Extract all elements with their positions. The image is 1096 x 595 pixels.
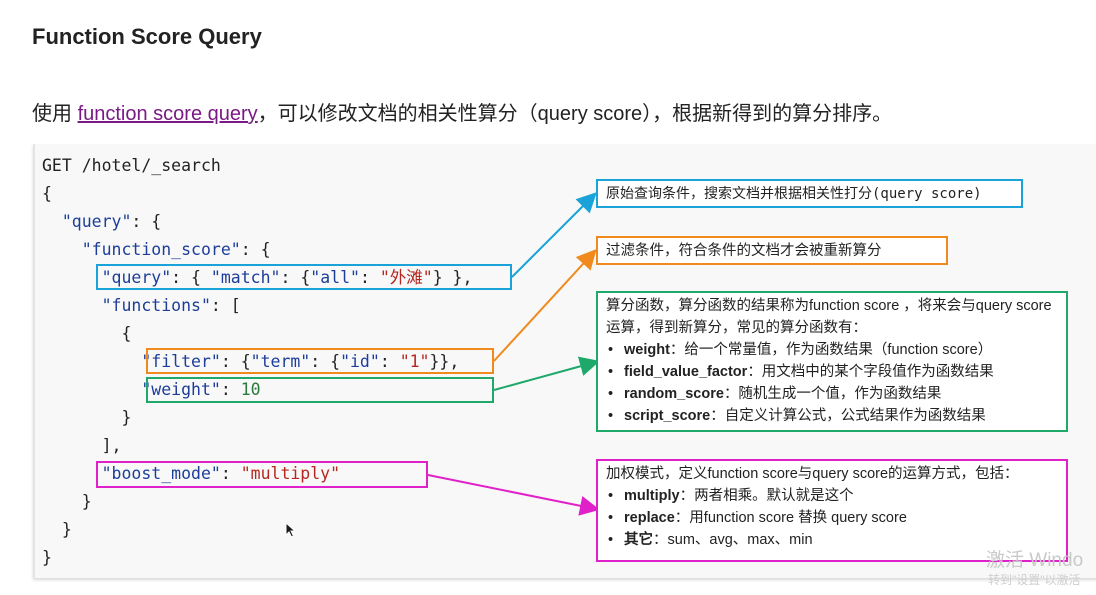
mode-name: replace — [624, 510, 675, 526]
activation-watermark-sub: 转到"设置"以激活 — [988, 573, 1081, 587]
function-desc: ：给一个常量值，作为函数结果（function score） — [669, 342, 993, 358]
list-item: weight：给一个常量值，作为函数结果（function score） — [606, 339, 1058, 361]
mode-desc: ：用function score 替换 query score — [674, 510, 907, 526]
function-desc: ：随机生成一个值，作为函数结果 — [723, 386, 942, 402]
mode-desc: ：sum、avg、max、min — [653, 532, 813, 548]
filter-note-text: 过滤条件，符合条件的文档才会被重新算分 — [606, 243, 882, 259]
mode-desc: ：两者相乘。默认就是这个 — [679, 488, 854, 504]
function-desc: ：自定义计算公式，公式结果作为函数结果 — [710, 408, 986, 424]
function-name: field_value_factor — [624, 364, 748, 380]
weight-arrow — [493, 356, 600, 391]
mode-name: multiply — [624, 488, 680, 504]
function-name: random_score — [624, 386, 724, 402]
list-item: script_score：自定义计算公式，公式结果作为函数结果 — [606, 405, 1058, 427]
boost-mode-list: multiply：两者相乘。默认就是这个 replace：用function s… — [606, 485, 1058, 551]
list-item: replace：用function score 替换 query score — [606, 507, 1058, 529]
activation-watermark: 激活 Windo — [986, 550, 1084, 571]
mouse-cursor-icon — [285, 522, 297, 538]
boost-mode-arrow — [427, 474, 600, 516]
function-desc: ：用文档中的某个字段值作为函数结果 — [747, 364, 994, 380]
mode-name: 其它 — [624, 532, 653, 548]
list-item: random_score：随机生成一个值，作为函数结果 — [606, 383, 1058, 405]
functions-note-intro: 算分函数，算分函数的结果称为function score ，将来会与query … — [606, 298, 1052, 336]
functions-list: weight：给一个常量值，作为函数结果（function score） fie… — [606, 339, 1058, 427]
function-name: weight — [624, 342, 670, 358]
function-name: script_score — [624, 408, 711, 424]
query-note: 原始查询条件，搜索文档并根据相关性打分(query score) — [596, 179, 1023, 208]
list-item: multiply：两者相乘。默认就是这个 — [606, 485, 1058, 507]
list-item: field_value_factor：用文档中的某个字段值作为函数结果 — [606, 361, 1058, 383]
boost-mode-note-intro: 加权模式，定义function score与query score的运算方式，包… — [606, 466, 1019, 482]
filter-note: 过滤条件，符合条件的文档才会被重新算分 — [596, 236, 948, 265]
filter-arrow — [493, 249, 597, 362]
functions-note: 算分函数，算分函数的结果称为function score ，将来会与query … — [596, 291, 1068, 432]
query-note-text: 原始查询条件，搜索文档并根据相关性打分(query score) — [606, 186, 982, 202]
